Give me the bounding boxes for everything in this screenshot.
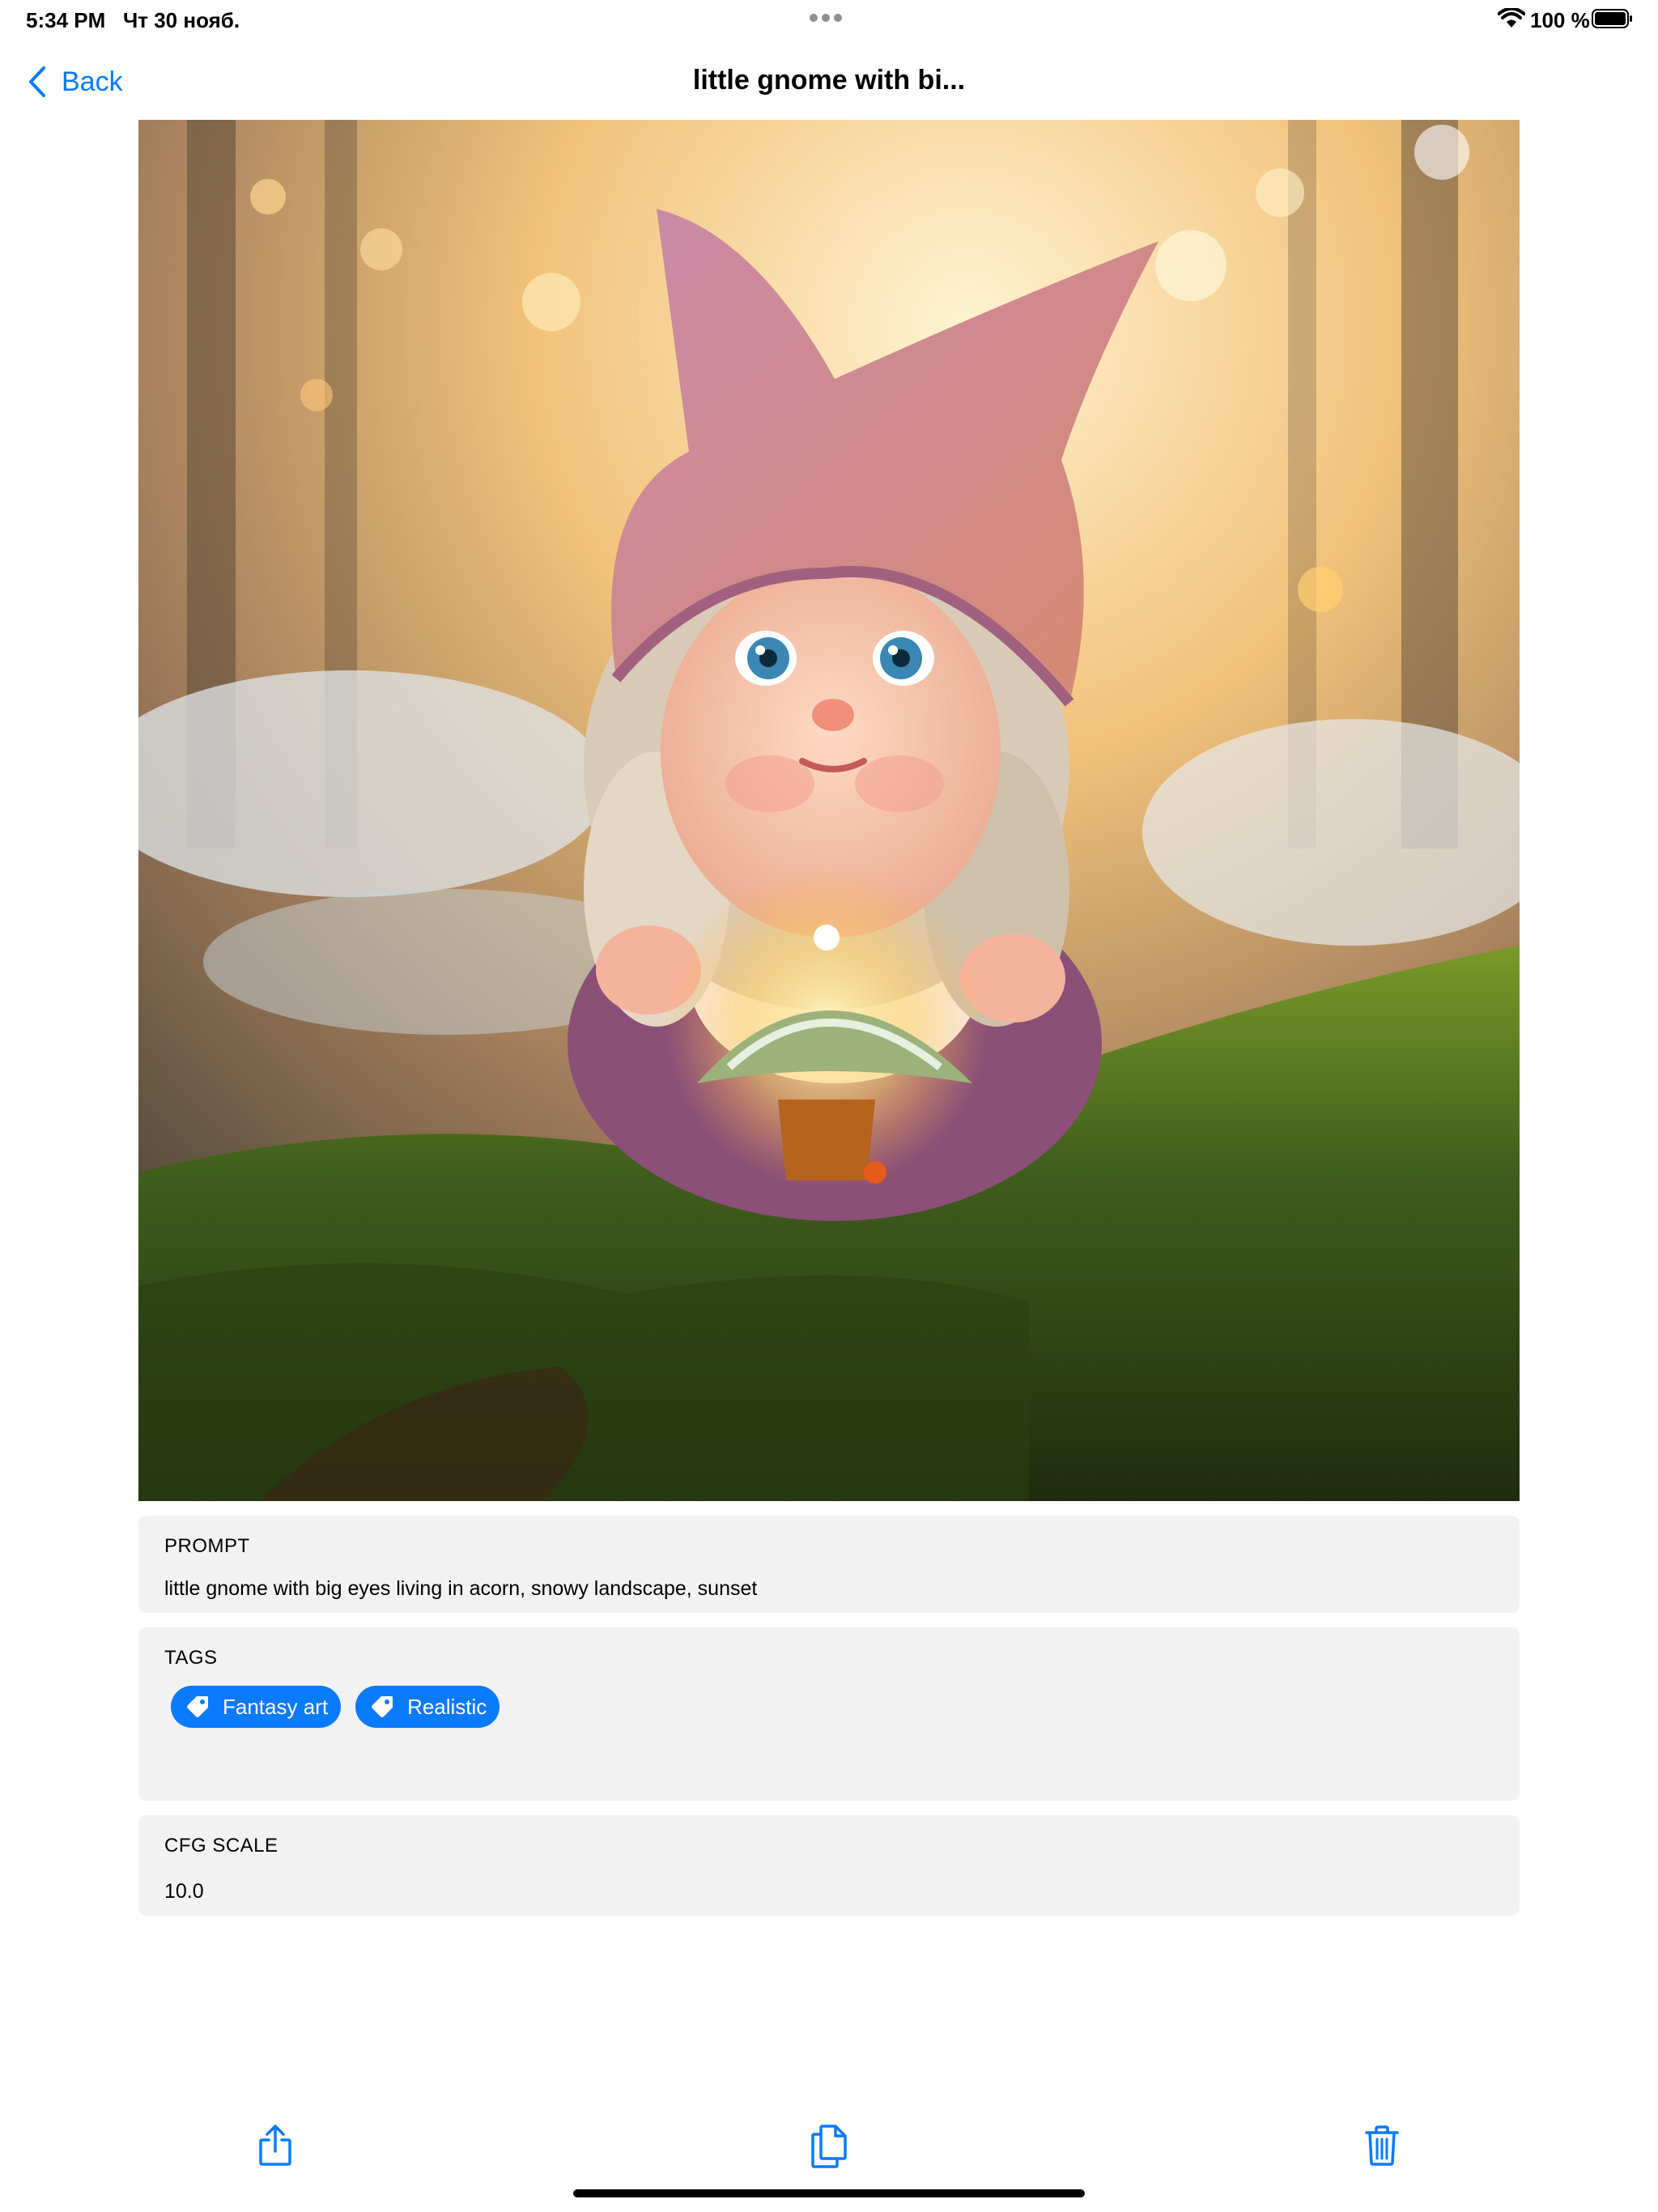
tag-icon [187, 1696, 208, 1717]
gnome-illustration [138, 120, 1520, 1501]
cfg-scale-card: CFG SCALE 10.0 [138, 1815, 1520, 1916]
wifi-icon [1498, 8, 1525, 28]
tag-fantasy-art[interactable]: Fantasy art [171, 1686, 342, 1728]
copy-icon [811, 2125, 847, 2168]
share-icon [259, 2125, 291, 2166]
cfg-scale-label: CFG SCALE [164, 1835, 278, 1857]
bottom-toolbar [0, 2121, 1658, 2178]
prompt-card: PROMPT little gnome with big eyes living… [138, 1516, 1520, 1613]
tags-label: TAGS [164, 1647, 218, 1669]
generated-image[interactable] [138, 120, 1520, 1501]
tag-label: Realistic [407, 1694, 487, 1719]
prompt-text[interactable]: little gnome with big eyes living in aco… [164, 1577, 757, 1601]
battery-icon [1592, 9, 1632, 28]
battery-percent: 100 % [1530, 8, 1590, 32]
status-time: 5:34 PM [26, 8, 106, 32]
cfg-scale-value: 10.0 [164, 1880, 204, 1903]
multitasking-dots-icon[interactable] [810, 11, 848, 24]
tag-realistic[interactable]: Realistic [355, 1686, 500, 1728]
share-button[interactable] [251, 2121, 300, 2170]
status-date: Чт 30 нояб. [123, 8, 240, 32]
page-title: little gnome with bi... [692, 65, 966, 96]
tags-list: Fantasy art Realistic [171, 1686, 500, 1728]
copy-button[interactable] [805, 2121, 853, 2170]
status-bar: 5:34 PM Чт 30 нояб. 100 % [0, 0, 1658, 39]
tag-label: Fantasy art [223, 1694, 329, 1719]
navigation-bar: Back little gnome with bi... [0, 57, 1658, 105]
trash-icon [1365, 2125, 1399, 2166]
tags-card: TAGS Fantasy art Realistic [138, 1627, 1520, 1801]
prompt-label: PROMPT [164, 1535, 250, 1557]
delete-button[interactable] [1358, 2121, 1406, 2170]
home-indicator[interactable] [573, 2189, 1085, 2197]
tag-icon [372, 1696, 393, 1717]
